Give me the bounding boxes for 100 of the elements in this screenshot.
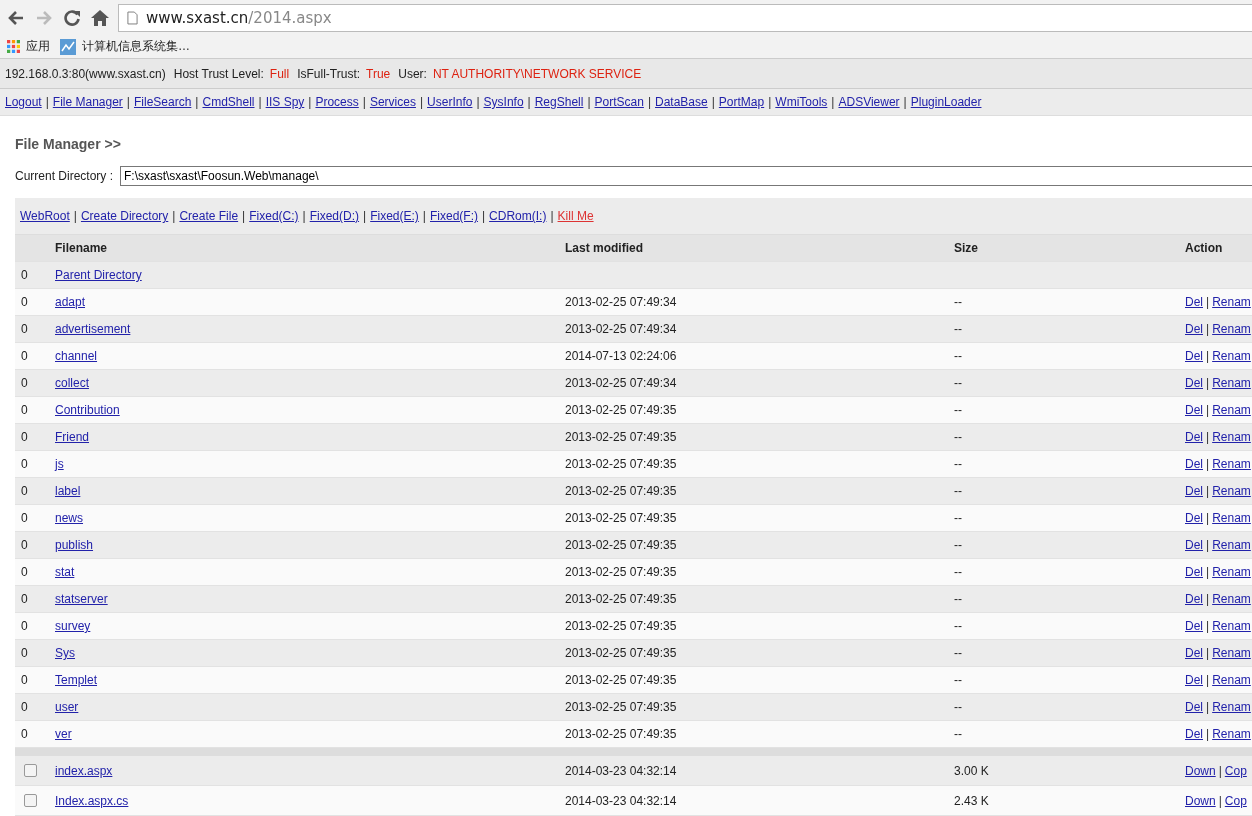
action-link[interactable]: Renam	[1212, 349, 1251, 363]
action-link[interactable]: Del	[1185, 592, 1203, 606]
tool-link[interactable]: Fixed(F:)	[430, 209, 478, 223]
action-link[interactable]: Cop	[1224, 793, 1247, 808]
action-link[interactable]: Renam	[1212, 619, 1251, 633]
tool-link[interactable]: Fixed(E:)	[370, 209, 419, 223]
action-link[interactable]: Renam	[1212, 322, 1251, 336]
file-link[interactable]: label	[55, 484, 81, 498]
action-link[interactable]: Del	[1185, 295, 1203, 309]
file-link[interactable]: channel	[55, 349, 98, 363]
action-link[interactable]: Del	[1185, 511, 1203, 525]
nav-link[interactable]: PortScan	[594, 95, 644, 109]
file-link[interactable]: collect	[55, 376, 89, 390]
file-link[interactable]: Friend	[55, 430, 89, 444]
tool-link[interactable]: Create File	[179, 209, 239, 223]
home-icon[interactable]	[90, 7, 110, 28]
size-cell: --	[954, 538, 962, 552]
directory-input[interactable]: F:\sxast\sxast\Foosun.Web\manage\	[120, 166, 1252, 186]
file-link[interactable]: Templet	[55, 673, 98, 687]
modified-cell: 2013-02-25 07:49:35	[565, 403, 677, 417]
file-link[interactable]: news	[55, 511, 83, 525]
tool-link[interactable]: Kill Me	[557, 209, 594, 223]
separator: |	[1206, 646, 1210, 660]
file-link[interactable]: user	[55, 700, 79, 714]
action-link[interactable]: Down	[1185, 763, 1216, 778]
action-link[interactable]: Renam	[1212, 646, 1251, 660]
action-link[interactable]: Renam	[1212, 376, 1251, 390]
action-link[interactable]: Del	[1185, 349, 1203, 363]
size-cell: --	[954, 403, 962, 417]
nav-link[interactable]: DataBase	[655, 95, 708, 109]
action-link[interactable]: Renam	[1212, 538, 1251, 552]
action-link[interactable]: Renam	[1212, 430, 1251, 444]
action-link[interactable]: Del	[1185, 403, 1203, 417]
action-link[interactable]: Del	[1185, 673, 1203, 687]
nav-link[interactable]: CmdShell	[202, 95, 255, 109]
modified-cell: 2013-02-25 07:49:34	[565, 322, 677, 336]
action-link[interactable]: Renam	[1212, 484, 1251, 498]
tool-link[interactable]: Create Directory	[80, 209, 169, 223]
nav-link[interactable]: WmiTools	[775, 95, 828, 109]
action-link[interactable]: Renam	[1212, 673, 1251, 687]
checkbox[interactable]	[24, 794, 37, 807]
separator: |	[1206, 565, 1210, 579]
action-link[interactable]: Del	[1185, 484, 1203, 498]
action-link[interactable]: Renam	[1212, 592, 1251, 606]
nav-link[interactable]: UserInfo	[427, 95, 473, 109]
nav-link[interactable]: RegShell	[534, 95, 584, 109]
file-link[interactable]: adapt	[55, 295, 86, 309]
action-link[interactable]: Renam	[1212, 565, 1251, 579]
nav-link[interactable]: FileSearch	[134, 95, 192, 109]
action-link[interactable]: Renam	[1212, 295, 1251, 309]
file-link[interactable]: survey	[55, 619, 91, 633]
tool-link[interactable]: WebRoot	[20, 209, 70, 223]
nav-link[interactable]: Process	[315, 95, 359, 109]
action-link[interactable]: Renam	[1212, 511, 1251, 525]
action-link[interactable]: Renam	[1212, 457, 1251, 471]
file-link[interactable]: statserver	[55, 592, 108, 606]
file-link[interactable]: js	[55, 457, 64, 471]
file-link[interactable]: Index.aspx.cs	[55, 793, 129, 808]
file-link[interactable]: publish	[55, 538, 94, 552]
file-link[interactable]: Sys	[55, 646, 75, 660]
file-link[interactable]: index.aspx	[55, 763, 113, 778]
action-link[interactable]: Del	[1185, 727, 1203, 741]
file-link[interactable]: ver	[55, 727, 72, 741]
file-link[interactable]: Contribution	[55, 403, 120, 417]
site-favicon-icon	[60, 38, 76, 55]
file-link[interactable]: stat	[55, 565, 75, 579]
nav-link[interactable]: IIS Spy	[265, 95, 305, 109]
action-link[interactable]: Renam	[1212, 700, 1251, 714]
modified-cell: 2013-02-25 07:49:35	[565, 592, 677, 606]
nav-link[interactable]: ADSViewer	[838, 95, 900, 109]
tool-link[interactable]: Fixed(D:)	[309, 209, 360, 223]
separator: |	[1206, 430, 1210, 444]
nav-link[interactable]: File Manager	[52, 95, 123, 109]
action-link[interactable]: Del	[1185, 619, 1203, 633]
action-link[interactable]: Renam	[1212, 727, 1251, 741]
reload-icon[interactable]	[62, 7, 82, 28]
action-link[interactable]: Del	[1185, 322, 1203, 336]
checkbox[interactable]	[24, 764, 37, 777]
bookmark-item[interactable]: 应用	[7, 38, 50, 55]
action-link[interactable]: Del	[1185, 565, 1203, 579]
file-link[interactable]: advertisement	[55, 322, 131, 336]
action-link[interactable]: Del	[1185, 538, 1203, 552]
action-link[interactable]: Renam	[1212, 403, 1251, 417]
tool-link[interactable]: Fixed(C:)	[249, 209, 299, 223]
action-link[interactable]: Cop	[1224, 763, 1247, 778]
file-link[interactable]: Parent Directory	[55, 268, 142, 282]
address-bar[interactable]: www.sxast.cn/2014.aspx	[118, 3, 1252, 32]
nav-link[interactable]: Logout	[5, 95, 42, 109]
nav-link[interactable]: SysInfo	[483, 95, 524, 109]
action-link[interactable]: Del	[1185, 376, 1203, 390]
action-link[interactable]: Down	[1185, 793, 1216, 808]
tool-link[interactable]: CDRom(I:)	[489, 209, 547, 223]
nav-link[interactable]: Services	[369, 95, 416, 109]
nav-link[interactable]: PluginLoader	[910, 95, 982, 109]
bookmark-item[interactable]: 计算机信息系统集…	[60, 38, 190, 55]
action-link[interactable]: Del	[1185, 646, 1203, 660]
action-link[interactable]: Del	[1185, 457, 1203, 471]
nav-link[interactable]: PortMap	[718, 95, 765, 109]
action-link[interactable]: Del	[1185, 430, 1203, 444]
action-link[interactable]: Del	[1185, 700, 1203, 714]
